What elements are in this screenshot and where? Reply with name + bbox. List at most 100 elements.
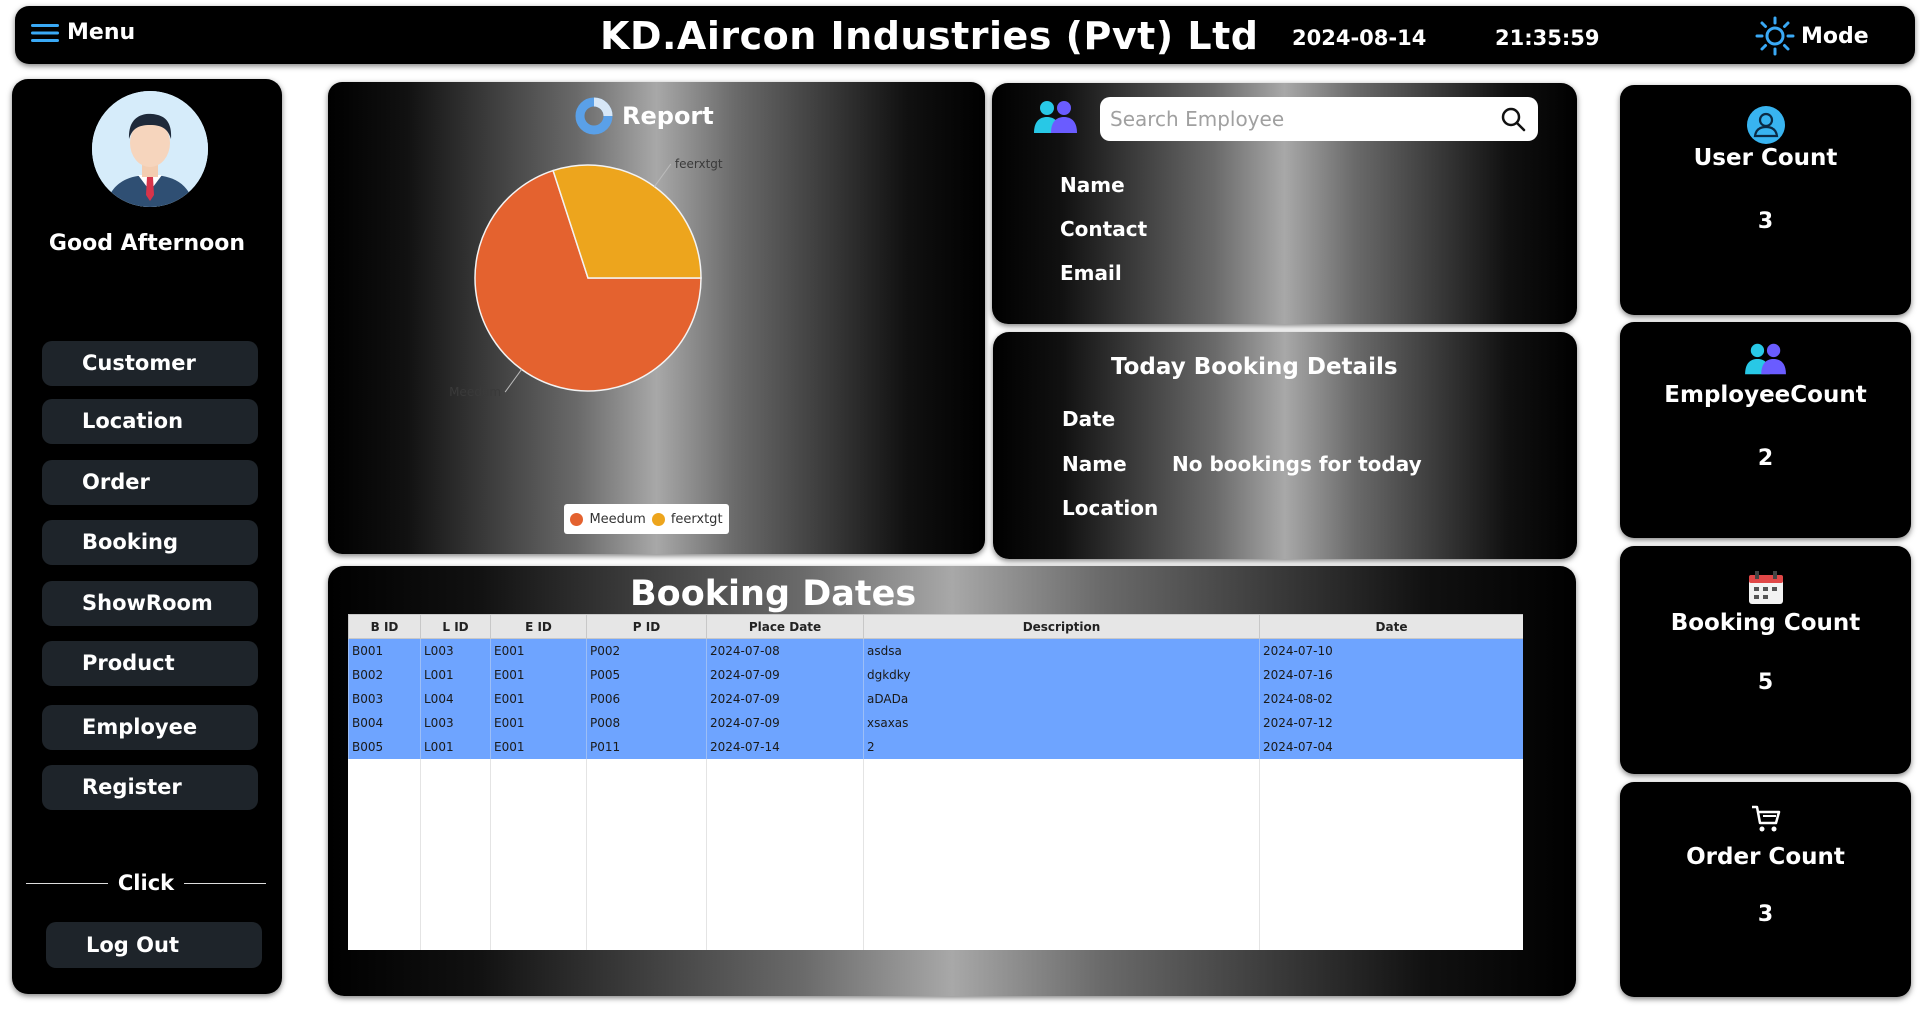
- employee-name-label: Name: [1060, 173, 1125, 197]
- user-icon: [1746, 106, 1785, 144]
- sun-icon: [1755, 16, 1795, 56]
- search-employee-input[interactable]: [1110, 97, 1480, 141]
- pie-label-leader: [654, 163, 672, 187]
- table-cell: asdsa: [863, 638, 1260, 663]
- pie-label: feerxtgt: [675, 157, 723, 171]
- booking-dates-panel: Booking Dates B ID L ID E ID P ID Place …: [328, 566, 1576, 996]
- pie-chart: Meedum feerxtgt: [449, 157, 723, 399]
- table-cell: P002: [586, 638, 707, 663]
- booking-table-container[interactable]: B ID L ID E ID P ID Place Date Descripti…: [348, 614, 1523, 950]
- no-bookings-message: No bookings for today: [1172, 452, 1422, 476]
- sidebar-item-location[interactable]: Location: [42, 399, 258, 444]
- sidebar-item-product[interactable]: Product: [42, 641, 258, 686]
- table-cell: P008: [586, 710, 707, 735]
- table-cell: E001: [490, 638, 587, 663]
- table-cell: B005: [348, 734, 421, 759]
- column-header[interactable]: Date: [1259, 614, 1523, 639]
- sidebar-item-employee[interactable]: Employee: [42, 705, 258, 750]
- table-cell: 2024-07-09: [706, 710, 864, 735]
- click-divider: Click: [26, 871, 267, 895]
- table-cell: P006: [586, 686, 707, 711]
- column-header[interactable]: B ID: [348, 614, 421, 639]
- booking-location-label: Location: [1062, 496, 1159, 520]
- legend-label-feerxtgt: feerxtgt: [670, 511, 723, 527]
- table-cell: 2024-07-09: [706, 662, 864, 687]
- employee-count-label: EmployeeCount: [1664, 382, 1867, 408]
- pie-label: Meedum: [449, 385, 501, 399]
- mode-label: Mode: [1801, 23, 1869, 49]
- avatar: [92, 91, 208, 207]
- top-bar: Menu KD.Aircon Industries (Pvt) Ltd 2024…: [15, 6, 1915, 64]
- legend-label-meedum: Meedum: [589, 511, 646, 527]
- employee-group-icon: [1744, 343, 1786, 375]
- user-avatar-icon: [92, 91, 208, 207]
- booking-dates-title: Booking Dates: [630, 574, 917, 614]
- booking-count-card: Booking Count 5: [1620, 546, 1911, 774]
- table-cell: 2024-08-02: [1259, 686, 1523, 711]
- table-cell: 2024-07-04: [1259, 734, 1523, 759]
- table-cell: dgkdky: [863, 662, 1260, 687]
- calendar-icon: [1748, 571, 1783, 604]
- sidebar-item-customer[interactable]: Customer: [42, 341, 258, 386]
- table-row[interactable]: B005 L001 E001 P011 2024-07-14 2 2024-07-04: [348, 734, 1523, 759]
- table-cell: L003: [420, 638, 491, 663]
- current-date: 2024-08-14: [1292, 26, 1427, 50]
- column-header[interactable]: E ID: [490, 614, 587, 639]
- employee-count-value: 2: [1757, 446, 1774, 471]
- employee-count-card: EmployeeCount 2: [1620, 322, 1911, 538]
- app-title: KD.Aircon Industries (Pvt) Ltd: [600, 14, 1259, 58]
- sidebar: Good Afternoon Customer Location Order B…: [12, 79, 282, 994]
- sidebar-item-order[interactable]: Order: [42, 460, 258, 505]
- table-cell: L003: [420, 710, 491, 735]
- search-icon[interactable]: [1500, 106, 1526, 132]
- today-booking-panel: Today Booking Details Date Name No booki…: [993, 332, 1577, 559]
- legend-swatch-feerxtgt: [651, 512, 665, 526]
- user-count-value: 3: [1757, 209, 1774, 234]
- table-cell: 2024-07-10: [1259, 638, 1523, 663]
- table-row[interactable]: B002 L001 E001 P005 2024-07-09 dgkdky 2024-07-…: [348, 662, 1523, 687]
- table-cell: B001: [348, 638, 421, 663]
- table-cell: E001: [490, 662, 587, 687]
- column-header[interactable]: P ID: [586, 614, 707, 639]
- pie-label-leader: [504, 369, 522, 393]
- table-cell: 2: [863, 734, 1260, 759]
- table-cell: B004: [348, 710, 421, 735]
- column-header[interactable]: L ID: [420, 614, 491, 639]
- chart-legend: Meedum feerxtgt: [564, 504, 729, 534]
- table-cell: 2024-07-16: [1259, 662, 1523, 687]
- order-count-value: 3: [1757, 902, 1774, 927]
- menu-label: Menu: [67, 20, 136, 45]
- table-cell: L004: [420, 686, 491, 711]
- table-cell: E001: [490, 686, 587, 711]
- table-cell: P005: [586, 662, 707, 687]
- sidebar-item-showroom[interactable]: ShowRoom: [42, 581, 258, 626]
- sidebar-item-booking[interactable]: Booking: [42, 520, 258, 565]
- mode-toggle-button[interactable]: Mode: [1755, 16, 1869, 56]
- user-count-card: User Count 3: [1620, 85, 1911, 315]
- today-booking-title: Today Booking Details: [1111, 354, 1398, 380]
- sidebar-item-register[interactable]: Register: [42, 765, 258, 810]
- table-cell: 2024-07-12: [1259, 710, 1523, 735]
- table-cell: E001: [490, 710, 587, 735]
- table-row[interactable]: B003 L004 E001 P006 2024-07-09 aDADa 2024-08-0…: [348, 686, 1523, 711]
- menu-button[interactable]: Menu: [31, 20, 135, 45]
- column-header[interactable]: Place Date: [706, 614, 864, 639]
- search-box: [1100, 97, 1538, 141]
- table-row[interactable]: B004 L003 E001 P008 2024-07-09 xsaxas 2024-07-…: [348, 710, 1523, 735]
- table-cell: L001: [420, 734, 491, 759]
- employee-search-panel: Name Contact Email: [992, 83, 1577, 324]
- employee-group-icon: [1034, 101, 1077, 133]
- logout-button[interactable]: Log Out: [46, 922, 262, 968]
- table-cell: xsaxas: [863, 710, 1260, 735]
- table-cell: E001: [490, 734, 587, 759]
- greeting-text: Good Afternoon: [48, 231, 246, 256]
- column-header[interactable]: Description: [863, 614, 1260, 639]
- divider-line-left: [26, 882, 108, 884]
- table-row[interactable]: B001 L003 E001 P002 2024-07-08 asdsa 2024-07-1…: [348, 638, 1523, 663]
- table-cell: B003: [348, 686, 421, 711]
- table-header-row: B ID L ID E ID P ID Place Date Descripti…: [348, 614, 1523, 639]
- legend-swatch-meedum: [570, 512, 584, 526]
- employee-email-label: Email: [1060, 261, 1122, 285]
- booking-table: B ID L ID E ID P ID Place Date Descripti…: [348, 614, 1523, 759]
- booking-count-label: Booking Count: [1670, 610, 1861, 636]
